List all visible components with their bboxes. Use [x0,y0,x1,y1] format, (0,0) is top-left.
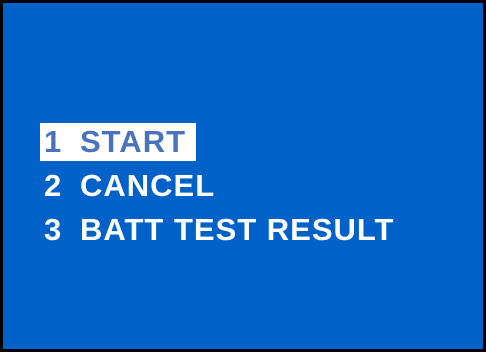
menu-item-cancel[interactable]: 2 CANCEL [40,167,405,211]
menu-item-number: 3 [44,212,63,247]
option-menu: 1 START 2 CANCEL 3 BATT TEST RESULT [40,123,405,255]
menu-item-highlight: 1 START [40,123,197,161]
menu-item-number: 1 [44,124,63,159]
menu-item-start[interactable]: 1 START [40,123,405,167]
menu-item-highlight: 3 BATT TEST RESULT [40,211,405,249]
menu-screen: 1 START 2 CANCEL 3 BATT TEST RESULT [0,0,486,352]
menu-item-number: 2 [44,168,63,203]
menu-item-label: START [80,124,187,159]
menu-item-label: BATT TEST RESULT [80,212,395,247]
menu-item-label: CANCEL [80,168,216,203]
menu-item-batt-test-result[interactable]: 3 BATT TEST RESULT [40,211,405,255]
menu-item-highlight: 2 CANCEL [40,167,225,205]
